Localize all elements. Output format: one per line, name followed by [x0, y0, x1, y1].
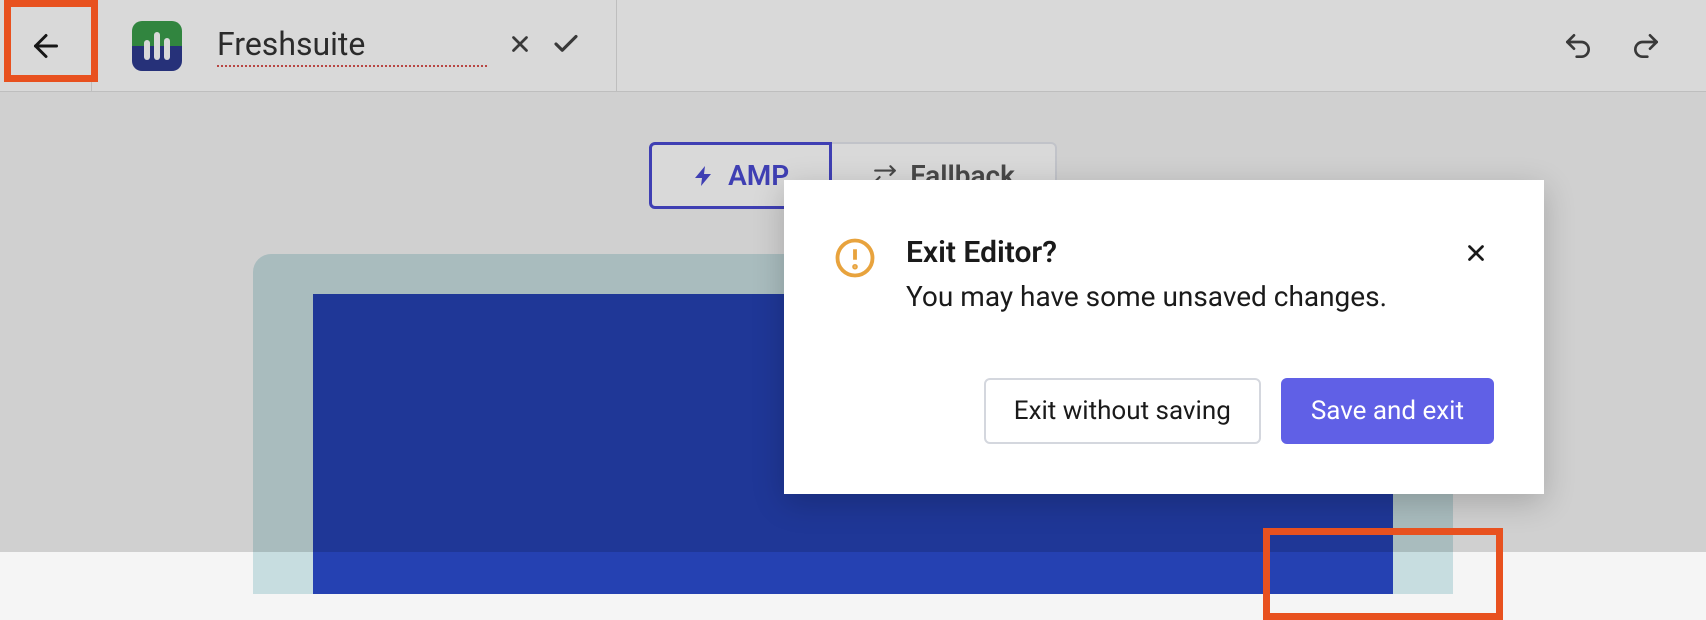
exit-dialog: Exit Editor? You may have some unsaved c… [784, 180, 1544, 494]
warning-icon [834, 237, 876, 283]
dialog-title: Exit Editor? [906, 235, 1428, 270]
save-and-exit-button[interactable]: Save and exit [1281, 378, 1494, 444]
exit-without-saving-button[interactable]: Exit without saving [984, 378, 1261, 444]
dialog-close-button[interactable] [1458, 235, 1494, 277]
dialog-message: You may have some unsaved changes. [906, 280, 1428, 313]
close-icon [1463, 240, 1489, 266]
